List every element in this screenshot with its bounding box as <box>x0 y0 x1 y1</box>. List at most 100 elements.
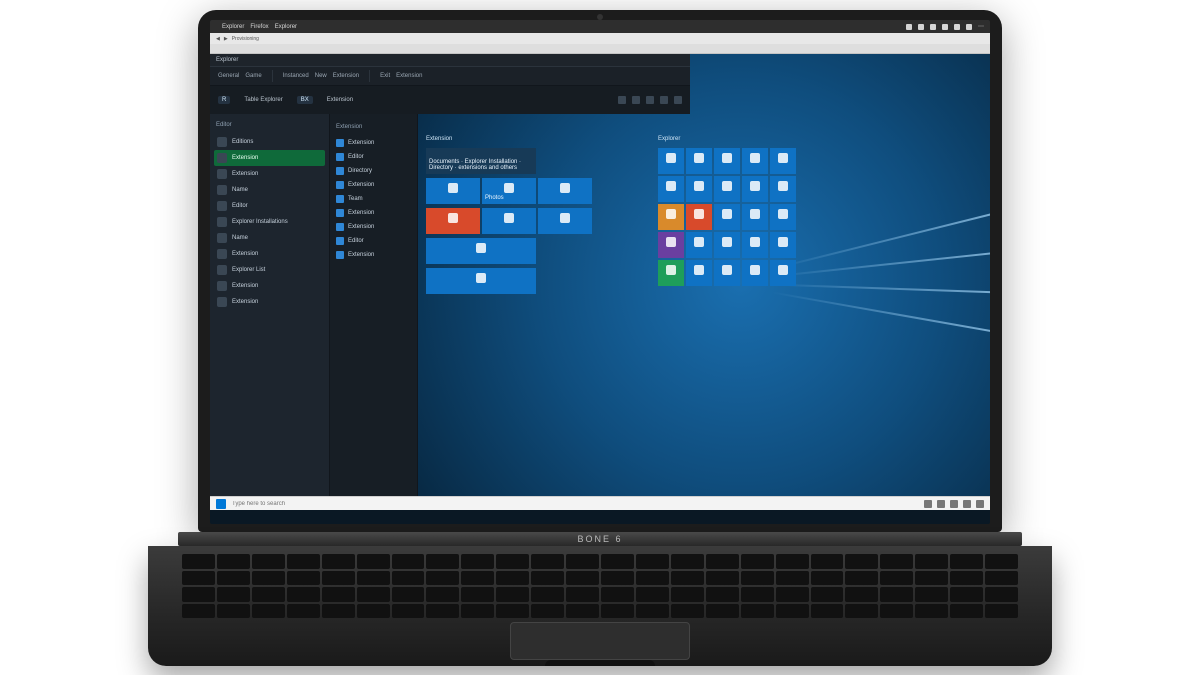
tile[interactable] <box>714 176 740 202</box>
key[interactable] <box>601 604 634 619</box>
key[interactable] <box>811 571 844 586</box>
key[interactable] <box>636 604 669 619</box>
key[interactable] <box>217 554 250 569</box>
sidebar2-item[interactable]: Editor <box>334 234 413 248</box>
trackpad[interactable] <box>510 622 690 660</box>
menu-item[interactable]: Extension <box>396 73 422 79</box>
tile[interactable] <box>742 232 768 258</box>
key[interactable] <box>531 587 564 602</box>
back-icon[interactable]: ◀ <box>216 36 220 42</box>
sidebar-item[interactable]: Editor <box>214 198 325 214</box>
tile[interactable] <box>426 178 480 204</box>
taskbar-search-input[interactable] <box>232 501 392 507</box>
key[interactable] <box>182 604 215 619</box>
key[interactable] <box>252 587 285 602</box>
tray-icon[interactable] <box>950 500 958 508</box>
key[interactable] <box>426 587 459 602</box>
forward-icon[interactable]: ▶ <box>224 36 228 42</box>
sidebar2-item[interactable]: Editor <box>334 150 413 164</box>
key[interactable] <box>915 571 948 586</box>
tray-icon[interactable] <box>954 24 960 30</box>
key[interactable] <box>392 571 425 586</box>
tile[interactable] <box>770 204 796 230</box>
key[interactable] <box>915 554 948 569</box>
tile[interactable] <box>658 232 684 258</box>
key[interactable] <box>426 604 459 619</box>
key[interactable] <box>880 571 913 586</box>
key[interactable] <box>566 554 599 569</box>
key[interactable] <box>950 571 983 586</box>
key[interactable] <box>182 587 215 602</box>
tile[interactable] <box>742 148 768 174</box>
tile[interactable] <box>658 148 684 174</box>
key[interactable] <box>461 587 494 602</box>
mac-app-name[interactable]: Explorer <box>222 24 244 30</box>
key[interactable] <box>776 604 809 619</box>
key[interactable] <box>496 571 529 586</box>
key[interactable] <box>601 587 634 602</box>
tile[interactable] <box>658 260 684 286</box>
key[interactable] <box>706 604 739 619</box>
tile[interactable] <box>742 260 768 286</box>
key[interactable] <box>671 571 704 586</box>
key[interactable] <box>322 604 355 619</box>
key[interactable] <box>566 604 599 619</box>
key[interactable] <box>845 604 878 619</box>
key[interactable] <box>357 571 390 586</box>
key[interactable] <box>776 571 809 586</box>
tray-icon[interactable] <box>963 500 971 508</box>
key[interactable] <box>706 571 739 586</box>
key[interactable] <box>950 554 983 569</box>
tile[interactable] <box>686 204 712 230</box>
menu-item[interactable]: Game <box>245 73 261 79</box>
key[interactable] <box>671 554 704 569</box>
menu-item[interactable]: New <box>315 73 327 79</box>
key[interactable] <box>845 571 878 586</box>
tile[interactable]: Photos <box>482 178 536 204</box>
tray-icon[interactable] <box>930 24 936 30</box>
key[interactable] <box>741 554 774 569</box>
sidebar2-item[interactable]: Extension <box>334 136 413 150</box>
tile-wide[interactable] <box>426 238 536 264</box>
key[interactable] <box>601 571 634 586</box>
key[interactable] <box>496 554 529 569</box>
key[interactable] <box>287 604 320 619</box>
tile[interactable] <box>770 260 796 286</box>
sidebar-item[interactable]: Extension <box>214 278 325 294</box>
key[interactable] <box>671 587 704 602</box>
key[interactable] <box>426 571 459 586</box>
tile[interactable] <box>714 232 740 258</box>
menu-item[interactable]: Exit <box>380 73 390 79</box>
key[interactable] <box>741 604 774 619</box>
key[interactable] <box>217 571 250 586</box>
sidebar-item[interactable]: Extension <box>214 150 325 166</box>
key[interactable] <box>776 554 809 569</box>
tile[interactable] <box>686 176 712 202</box>
tile[interactable] <box>742 204 768 230</box>
key[interactable] <box>845 587 878 602</box>
key[interactable] <box>636 587 669 602</box>
sidebar-item[interactable]: Extension <box>214 294 325 310</box>
ribbon-icon[interactable] <box>674 96 682 104</box>
key[interactable] <box>357 554 390 569</box>
key[interactable] <box>915 604 948 619</box>
tile[interactable] <box>426 208 480 234</box>
key[interactable] <box>252 604 285 619</box>
key[interactable] <box>636 554 669 569</box>
tile[interactable] <box>538 178 592 204</box>
tile[interactable] <box>742 176 768 202</box>
key[interactable] <box>392 587 425 602</box>
menu-item[interactable]: Instanced <box>283 73 309 79</box>
sidebar2-item[interactable]: Directory <box>334 164 413 178</box>
tile[interactable] <box>658 204 684 230</box>
key[interactable] <box>845 554 878 569</box>
key[interactable] <box>636 571 669 586</box>
key[interactable] <box>461 604 494 619</box>
key[interactable] <box>182 554 215 569</box>
tile[interactable] <box>658 176 684 202</box>
key[interactable] <box>950 604 983 619</box>
key[interactable] <box>252 571 285 586</box>
key[interactable] <box>985 587 1018 602</box>
tile[interactable] <box>538 208 592 234</box>
key[interactable] <box>426 554 459 569</box>
